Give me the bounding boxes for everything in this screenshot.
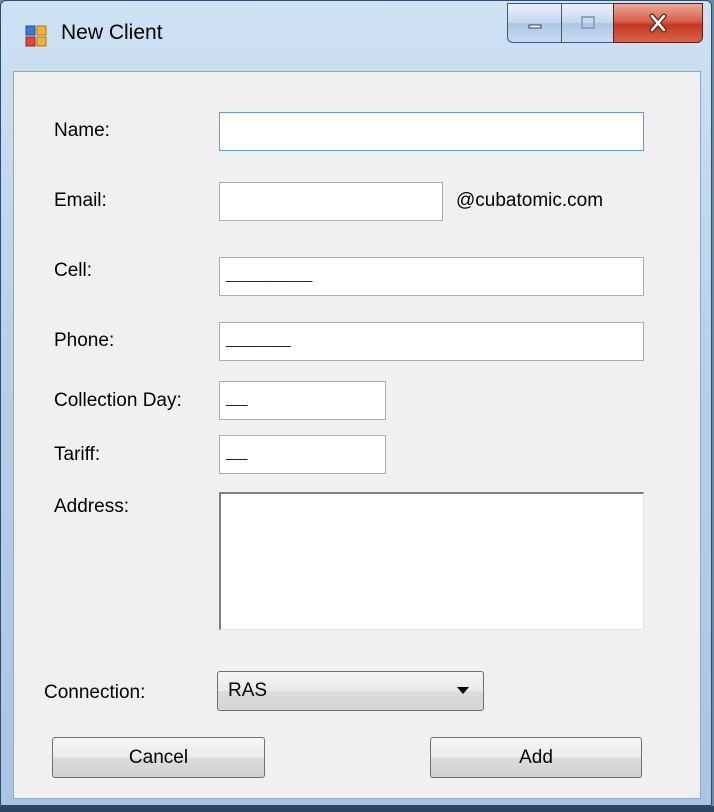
maximize-icon	[580, 16, 595, 29]
email-input[interactable]	[219, 182, 443, 221]
add-button[interactable]: Add	[430, 737, 642, 778]
cell-label: Cell:	[54, 260, 93, 281]
address-label: Address:	[54, 496, 129, 517]
tariff-mask-placeholder: __	[226, 444, 248, 464]
connection-dropdown[interactable]: RAS	[217, 671, 484, 711]
cancel-button[interactable]: Cancel	[52, 737, 265, 778]
window-title: New Client	[61, 21, 163, 44]
new-client-window: New Client Name: Email: @cubatomic.com C…	[0, 0, 712, 806]
title-bar[interactable]: New Client	[1, 1, 711, 71]
connection-label: Connection:	[44, 682, 146, 703]
maximize-button[interactable]	[561, 3, 613, 43]
close-icon	[649, 13, 667, 33]
cell-masked-input[interactable]: ________	[219, 257, 644, 296]
tariff-label: Tariff:	[54, 444, 101, 465]
tariff-masked-input[interactable]: __	[219, 435, 386, 474]
connection-selected-value: RAS	[228, 680, 268, 701]
form-panel: Name: Email: @cubatomic.com Cell: ______…	[13, 71, 701, 799]
collection-day-label: Collection Day:	[54, 390, 182, 411]
taskbar-edge	[0, 806, 714, 812]
phone-mask-placeholder: ______	[226, 331, 291, 351]
phone-label: Phone:	[54, 330, 115, 351]
minimize-icon	[528, 24, 541, 29]
name-input[interactable]	[219, 112, 644, 151]
email-label: Email:	[54, 190, 107, 211]
caption-buttons	[507, 3, 703, 43]
form-icon	[25, 25, 47, 47]
cell-mask-placeholder: ________	[226, 266, 313, 286]
collection-day-masked-input[interactable]: __	[219, 381, 386, 420]
chevron-down-icon	[457, 687, 469, 694]
address-textarea[interactable]	[219, 492, 644, 630]
name-label: Name:	[54, 120, 110, 141]
email-domain-suffix: @cubatomic.com	[456, 190, 604, 211]
close-button[interactable]	[613, 3, 703, 43]
collection-day-mask-placeholder: __	[226, 390, 248, 410]
phone-masked-input[interactable]: ______	[219, 322, 644, 361]
minimize-button[interactable]	[507, 3, 561, 43]
